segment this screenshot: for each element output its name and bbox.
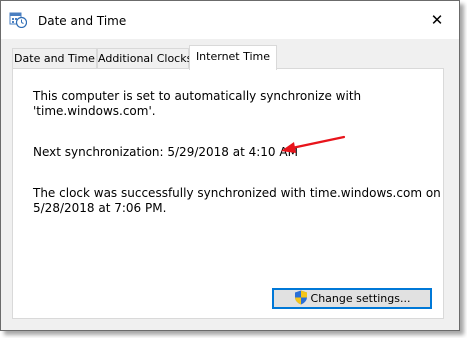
title-bar[interactable]: Date and Time ✕	[1, 1, 459, 39]
sync-description-line-2: 'time.windows.com'.	[33, 104, 156, 118]
red-arrow-icon	[281, 135, 346, 153]
sync-status-line-1: The clock was successfully synchronized …	[33, 186, 441, 200]
tab-date-and-time[interactable]: Date and Time	[12, 48, 97, 68]
close-icon: ✕	[430, 11, 444, 29]
date-time-icon	[9, 12, 27, 28]
tab-internet-time[interactable]: Internet Time	[189, 45, 277, 70]
close-button[interactable]: ✕	[415, 1, 459, 39]
next-sync-text: Next synchronization: 5/29/2018 at 4:10 …	[33, 145, 298, 159]
internet-time-panel: This computer is set to automatically sy…	[12, 68, 444, 319]
sync-status-line-2: 5/28/2018 at 7:06 PM.	[33, 201, 167, 215]
change-settings-button[interactable]: Change settings...	[272, 288, 432, 309]
date-and-time-dialog: Date and Time ✕ Date and Time Additional…	[0, 0, 460, 331]
change-settings-label: Change settings...	[310, 292, 411, 305]
uac-shield-icon	[294, 290, 307, 305]
window-title: Date and Time	[38, 14, 127, 28]
sync-description-line-1: This computer is set to automatically sy…	[33, 89, 362, 103]
tab-additional-clocks[interactable]: Additional Clocks	[97, 48, 192, 68]
